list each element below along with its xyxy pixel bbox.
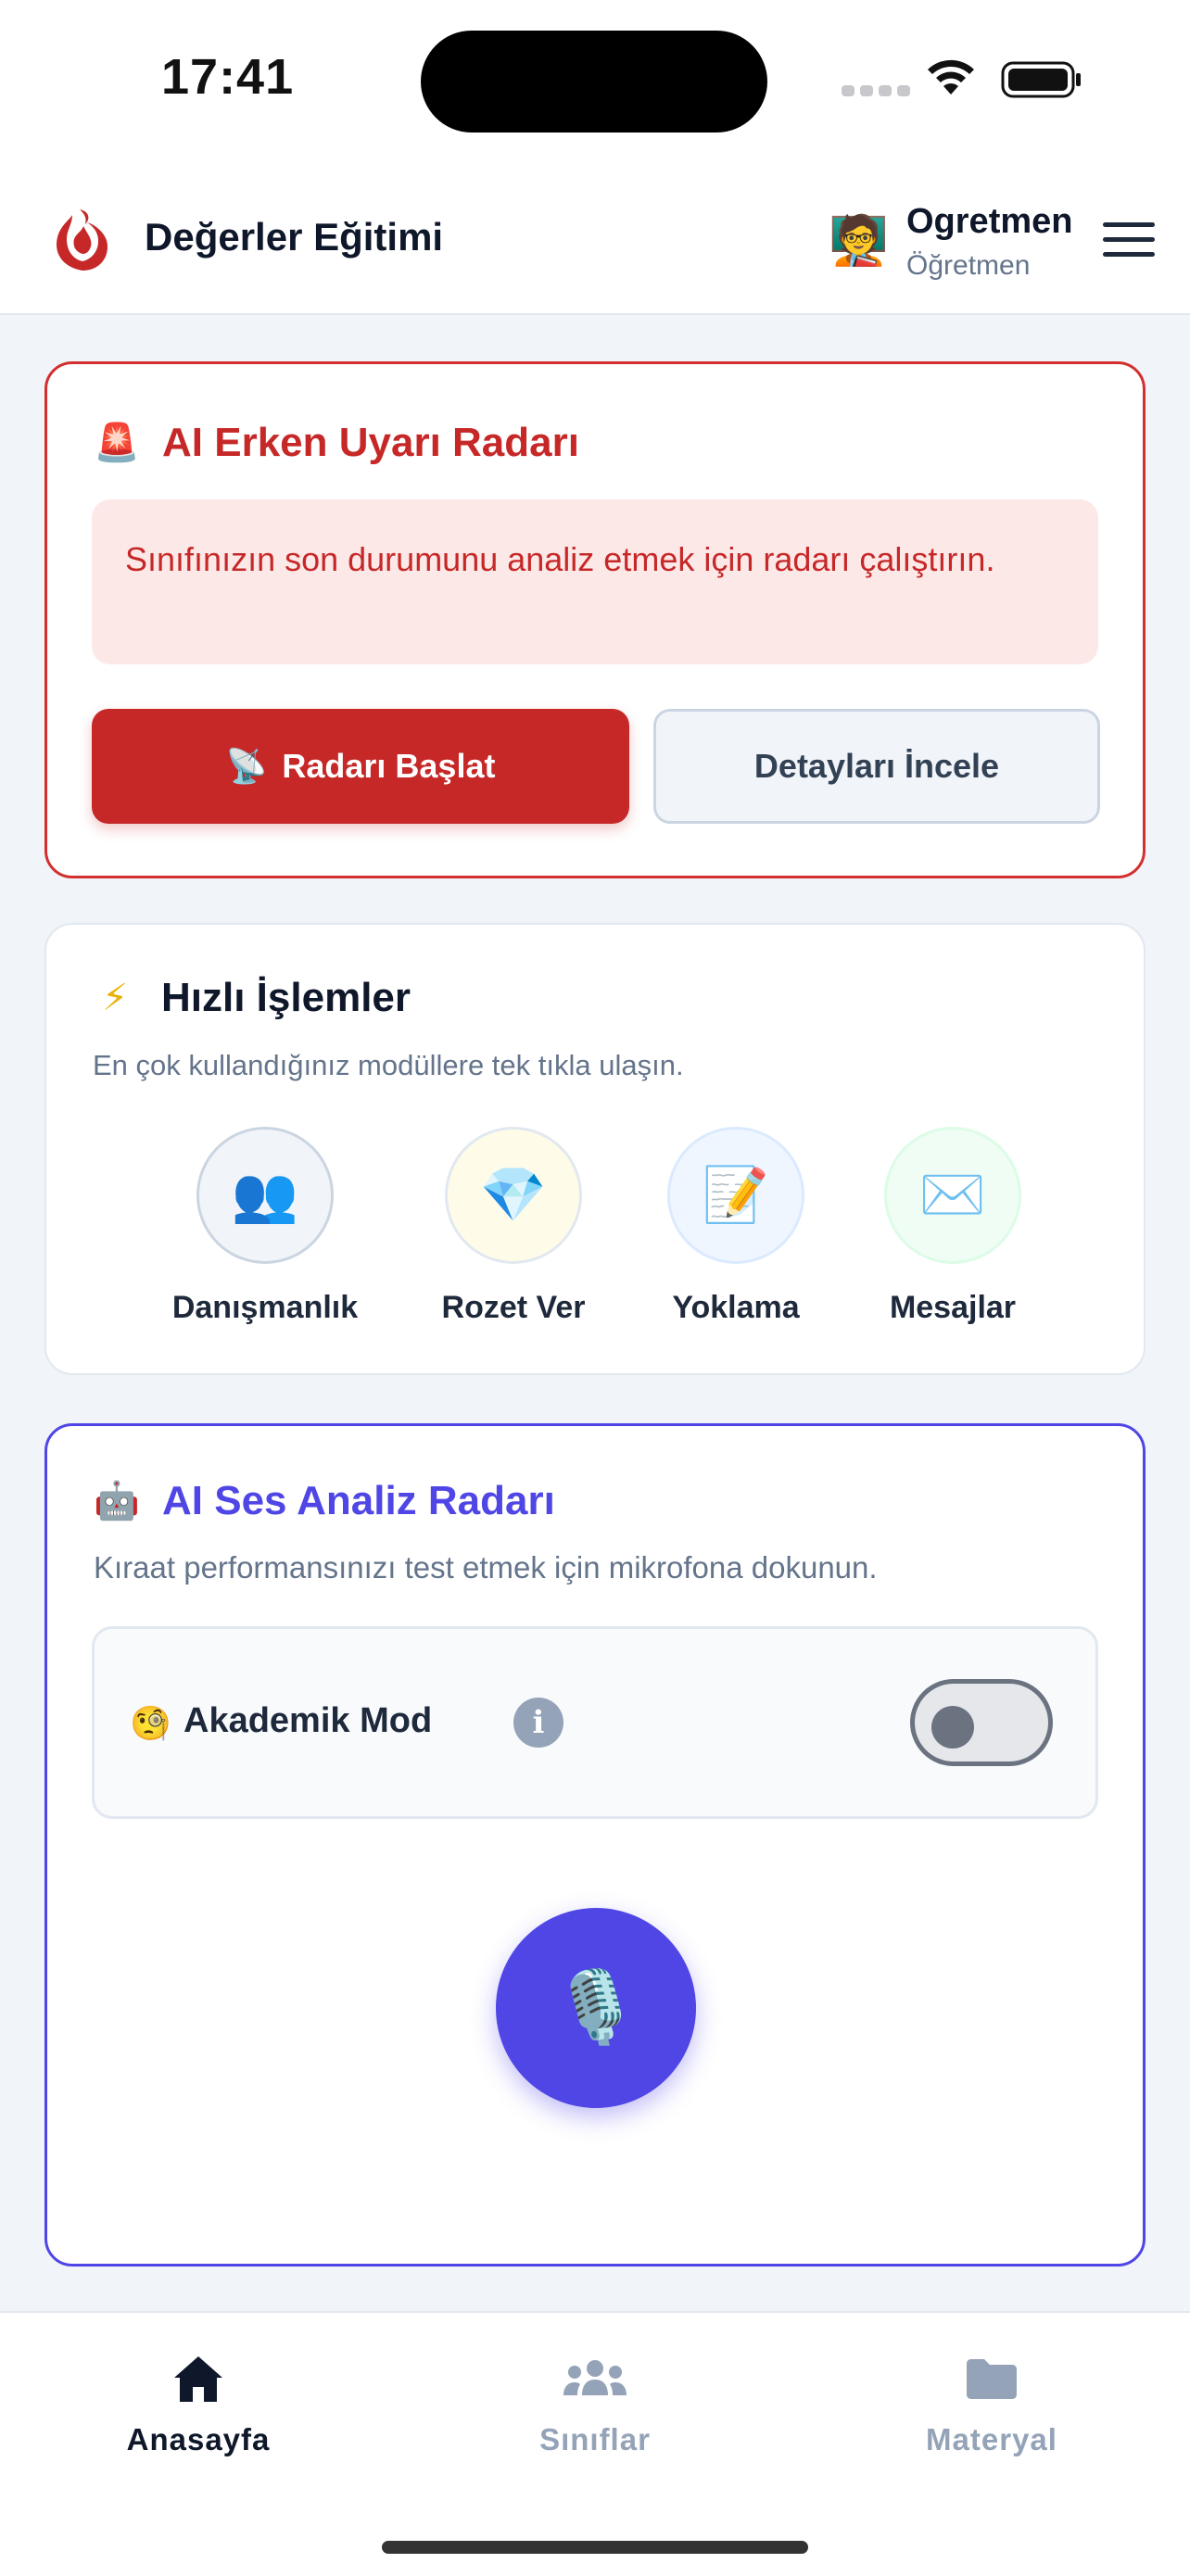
early-warning-card: 🚨 AI Erken Uyarı Radarı Sınıfınızın son … bbox=[44, 361, 1146, 878]
quick-action-give-badge[interactable]: 💎 Rozet Ver bbox=[402, 1127, 625, 1326]
user-role: Öğretmen bbox=[906, 250, 1031, 281]
tab-label: Anasayfa bbox=[126, 2422, 271, 2456]
start-radar-button[interactable]: 📡 Radarı Başlat bbox=[92, 709, 629, 824]
voice-analysis-card: 🤖 AI Ses Analiz Radarı Kıraat performans… bbox=[44, 1423, 1146, 2267]
quick-action-counseling[interactable]: 👥 Danışmanlık bbox=[154, 1127, 376, 1326]
tab-label: Materyal bbox=[926, 2422, 1057, 2456]
tab-home[interactable]: Anasayfa bbox=[69, 2346, 328, 2457]
status-bar: 17:41 bbox=[0, 0, 1190, 167]
wifi-icon bbox=[928, 59, 974, 95]
home-indicator bbox=[382, 2541, 808, 2554]
academic-mode-label: Akademik Mod bbox=[184, 1701, 433, 1740]
app-title: Değerler Eğitimi bbox=[145, 215, 444, 259]
quick-action-label: Yoklama bbox=[672, 1290, 800, 1325]
battery-icon bbox=[1001, 61, 1081, 98]
dynamic-island bbox=[421, 31, 767, 133]
voice-analysis-subtitle: Kıraat performansınızı test etmek için m… bbox=[94, 1550, 878, 1585]
early-warning-title: AI Erken Uyarı Radarı bbox=[162, 420, 579, 465]
microphone-button[interactable]: 🎙️ bbox=[496, 1908, 696, 2108]
home-icon bbox=[174, 2356, 222, 2402]
info-icon[interactable]: i bbox=[513, 1698, 563, 1748]
view-details-button[interactable]: Detayları İncele bbox=[653, 709, 1100, 824]
counseling-icon: 👥 bbox=[196, 1127, 334, 1264]
microphone-icon: 🎙️ bbox=[551, 1968, 640, 2047]
status-time: 17:41 bbox=[161, 49, 295, 105]
thinking-face-icon: 🧐 bbox=[130, 1704, 171, 1742]
users-icon bbox=[563, 2360, 627, 2395]
satellite-dish-icon: 📡 bbox=[225, 747, 268, 785]
toggle-knob bbox=[931, 1706, 974, 1749]
envelope-icon: ✉️ bbox=[884, 1127, 1021, 1264]
start-radar-label: Radarı Başlat bbox=[282, 747, 496, 785]
hamburger-menu-icon[interactable] bbox=[1103, 222, 1155, 259]
quick-action-messages[interactable]: ✉️ Mesajlar bbox=[842, 1127, 1064, 1326]
memo-icon: 📝 bbox=[667, 1127, 804, 1264]
lightning-icon: ⚡ bbox=[101, 978, 129, 1018]
robot-icon: 🤖 bbox=[94, 1481, 140, 1522]
academic-mode-toggle[interactable] bbox=[910, 1679, 1053, 1766]
tab-classes[interactable]: Sınıflar bbox=[465, 2346, 725, 2457]
quick-actions-subtitle: En çok kullandığınız modüllere tek tıkla… bbox=[93, 1049, 684, 1081]
cellular-signal-icon bbox=[842, 85, 910, 96]
voice-analysis-title: AI Ses Analiz Radarı bbox=[162, 1478, 555, 1523]
tab-materials[interactable]: Materyal bbox=[862, 2346, 1121, 2457]
alert-message: Sınıfınızın son durumunu analiz etmek iç… bbox=[92, 499, 1098, 664]
quick-action-label: Mesajlar bbox=[889, 1290, 1017, 1325]
tab-label: Sınıflar bbox=[539, 2422, 651, 2456]
bottom-tab-bar: Anasayfa Sınıflar Materyal bbox=[0, 2311, 1190, 2576]
quick-actions-title: Hızlı İşlemler bbox=[161, 975, 411, 1020]
siren-icon: 🚨 bbox=[94, 423, 140, 463]
quick-actions-card: ⚡ Hızlı İşlemler En çok kullandığınız mo… bbox=[44, 923, 1146, 1375]
teacher-avatar: 🧑‍🏫 bbox=[829, 214, 889, 268]
user-name: Ogretmen bbox=[906, 202, 1073, 241]
quick-action-attendance[interactable]: 📝 Yoklama bbox=[625, 1127, 847, 1326]
quick-action-label: Danışmanlık bbox=[171, 1290, 359, 1325]
gem-icon: 💎 bbox=[445, 1127, 582, 1264]
folder-icon bbox=[967, 2359, 1017, 2399]
quick-action-label: Rozet Ver bbox=[441, 1290, 586, 1325]
app-header: Değerler Eğitimi 🧑‍🏫 Ogretmen Öğretmen bbox=[0, 167, 1190, 315]
app-logo bbox=[57, 209, 108, 271]
academic-mode-row: 🧐 Akademik Mod i bbox=[92, 1626, 1098, 1819]
